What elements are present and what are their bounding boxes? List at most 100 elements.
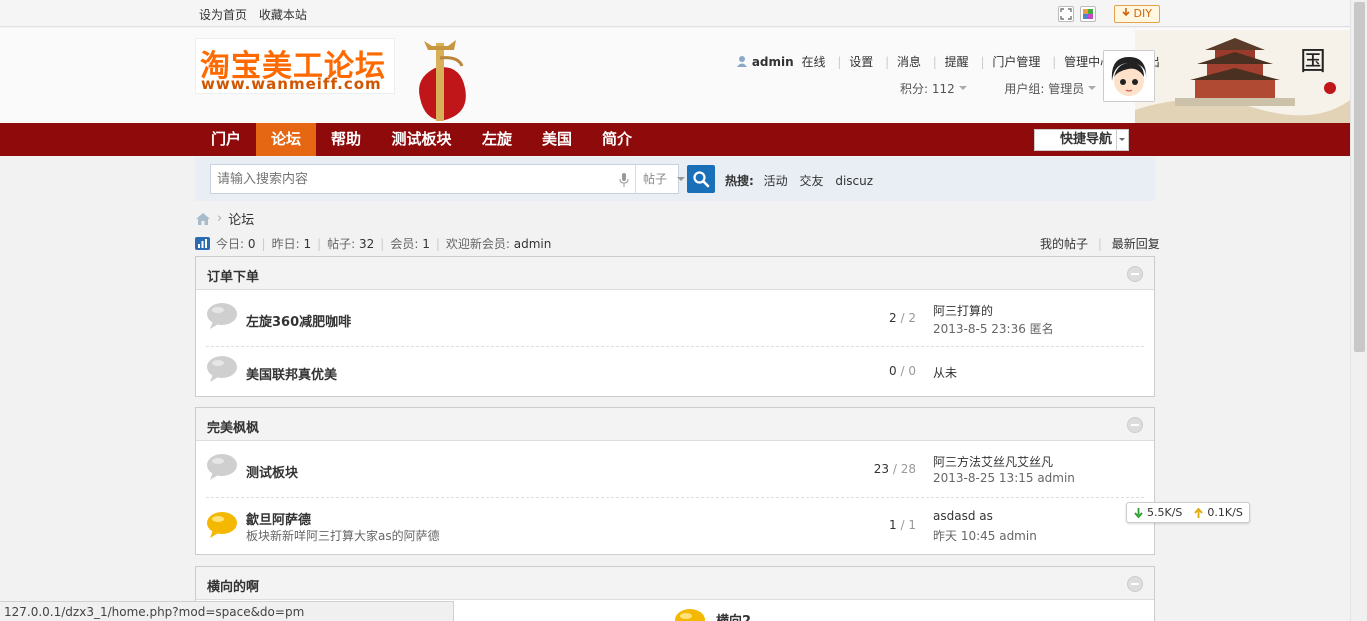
last-post-title[interactable]: 阿三方法艾丝凡艾丝凡 — [933, 453, 1053, 470]
avatar[interactable] — [1103, 50, 1155, 102]
forum-bubble-icon[interactable] — [206, 355, 238, 383]
forum-bubble-icon[interactable] — [206, 453, 238, 481]
collapse-icon[interactable] — [1127, 576, 1143, 592]
points-dropdown[interactable]: 积分: 112 — [900, 82, 967, 96]
color-theme-icon[interactable] — [1080, 6, 1096, 22]
forum-name[interactable]: 美国联邦真优美 — [246, 364, 337, 383]
last-post-title[interactable]: 阿三打算的 — [933, 302, 993, 319]
forum-counts: 0 / 0 — [889, 364, 916, 378]
nav-intro[interactable]: 简介 — [587, 123, 647, 156]
quick-nav-label: 快捷导航 — [1060, 132, 1113, 147]
bar-chart-icon — [195, 237, 210, 250]
forum-counts: 2 / 2 — [889, 311, 916, 325]
site-logo[interactable]: 淘宝美工论坛 www.wanmeiff.com — [195, 38, 395, 94]
portal-admin-link[interactable]: 门户管理 — [992, 55, 1040, 69]
nav-zuoxuan[interactable]: 左旋 — [467, 123, 527, 156]
yesterday-count: 1 — [303, 236, 312, 251]
last-post-title[interactable]: asdasd as — [933, 509, 993, 523]
forum-row: 歙旦阿萨德 板块新新咩阿三打算大家as的阿萨德 1 / 1 asdasd as … — [196, 497, 1154, 554]
category-header: 横向的啊 — [196, 567, 1154, 600]
download-arrow-icon — [1134, 507, 1143, 518]
forum-name[interactable]: 左旋360减肥咖啡 — [246, 311, 351, 330]
collapse-icon[interactable] — [1127, 266, 1143, 282]
hot-search-label: 热搜: — [725, 174, 754, 188]
network-speed-widget[interactable]: 5.5K/S 0.1K/S — [1126, 502, 1250, 523]
page-scrollbar[interactable] — [1350, 0, 1367, 621]
main-nav: 门户 论坛 帮助 测试板块 左旋 美国 简介 快捷导航 — [0, 123, 1350, 156]
notifications-link[interactable]: 提醒 — [945, 55, 969, 69]
category-title[interactable]: 订单下单 — [207, 266, 259, 285]
forum-new-bubble-icon[interactable] — [206, 511, 238, 539]
temple-banner-art: 国 — [1135, 30, 1350, 123]
search-type-select[interactable]: 帖子 — [635, 165, 695, 193]
search-button[interactable] — [687, 165, 715, 193]
nav-usa[interactable]: 美国 — [527, 123, 587, 156]
category-title[interactable]: 完美枫枫 — [207, 417, 259, 436]
messages-link[interactable]: 消息 — [897, 55, 921, 69]
forum-name[interactable]: 歙旦阿萨德 — [246, 509, 311, 528]
usergroup-dropdown[interactable]: 用户组: 管理员 — [1004, 82, 1097, 96]
chevron-down-icon — [1116, 130, 1128, 150]
diy-button[interactable]: DIY — [1114, 5, 1160, 23]
nav-portal[interactable]: 门户 — [196, 123, 256, 156]
forum-category: 完美枫枫 测试板块 23 / 28 阿三方法艾丝凡艾丝凡 2013-8-25 1… — [195, 407, 1155, 555]
quick-nav-button[interactable]: 快捷导航 — [1034, 129, 1129, 151]
forum-bubble-icon[interactable] — [206, 302, 238, 330]
forum-row: 测试板块 23 / 28 阿三方法艾丝凡艾丝凡 2013-8-25 13:15 … — [196, 441, 1154, 497]
browser-status-bar: 127.0.0.1/dzx3_1/home.php?mod=space&do=p… — [0, 601, 454, 621]
online-status[interactable]: 在线 — [802, 55, 826, 69]
my-posts-link[interactable]: 我的帖子 — [1040, 237, 1088, 251]
nav-help[interactable]: 帮助 — [316, 123, 376, 156]
forum-counts: 23 / 28 — [873, 462, 916, 476]
upload-speed: 0.1K/S — [1207, 506, 1243, 519]
last-post-title: 从未 — [933, 366, 958, 380]
home-icon[interactable] — [195, 212, 211, 226]
bookmark-site-link[interactable]: 收藏本站 — [259, 8, 307, 22]
breadcrumb: › 论坛 — [195, 209, 254, 228]
category-title[interactable]: 横向的啊 — [207, 576, 259, 595]
forum-name[interactable]: 横向2 — [716, 610, 751, 621]
search-bar: 帖子 热搜: 活动 交友 discuz — [195, 157, 1155, 201]
search-input[interactable] — [211, 165, 616, 193]
newest-member-link[interactable]: admin — [514, 237, 552, 251]
nav-forum[interactable]: 论坛 — [256, 123, 316, 156]
username-link[interactable]: admin — [752, 55, 794, 69]
forum-name[interactable]: 测试板块 — [246, 462, 298, 481]
forum-new-bubble-icon[interactable] — [674, 608, 706, 621]
download-speed: 5.5K/S — [1147, 506, 1183, 519]
forum-row: 左旋360减肥咖啡 2 / 2 阿三打算的 2013-8-5 23:36 匿名 — [196, 290, 1154, 346]
category-header: 完美枫枫 — [196, 408, 1154, 441]
hot-keyword[interactable]: discuz — [835, 174, 873, 188]
forum-category: 订单下单 左旋360减肥咖啡 2 / 2 阿三打算的 2013-8-5 23:3… — [195, 256, 1155, 397]
search-box: 帖子 — [210, 164, 685, 194]
forum-description: 板块新新咩阿三打算大家as的阿萨德 — [246, 529, 440, 543]
forum-stats: 今日: 0 | 昨日: 1 | 帖子: 32 | 会员: 1 | 欢迎新会员: … — [195, 235, 551, 252]
download-arrow-icon — [1122, 8, 1130, 17]
set-homepage-link[interactable]: 设为首页 — [199, 8, 247, 22]
diy-label: DIY — [1133, 7, 1152, 20]
settings-link[interactable]: 设置 — [849, 55, 873, 69]
scrollbar-thumb[interactable] — [1354, 2, 1365, 352]
last-post-meta: 昨天 10:45 admin — [933, 529, 1037, 543]
fullscreen-icon[interactable] — [1058, 6, 1074, 22]
top-utility-bar: 设为首页 收藏本站 DIY — [0, 0, 1350, 27]
chevron-down-icon — [677, 177, 685, 185]
microphone-icon[interactable] — [619, 173, 629, 187]
members-count: 1 — [422, 236, 430, 251]
breadcrumb-current[interactable]: 论坛 — [228, 209, 254, 228]
user-panel: admin 在线 | 设置 | 消息 | 提醒 | 门户管理 | 管理中心 | … — [736, 53, 1164, 96]
nav-test-board[interactable]: 测试板块 — [376, 123, 467, 156]
search-icon — [693, 171, 710, 188]
search-type-label: 帖子 — [643, 172, 668, 186]
site-header: 淘宝美工论坛 www.wanmeiff.com 国 admin 在线 | 设置 … — [0, 28, 1350, 123]
latest-replies-link[interactable]: 最新回复 — [1112, 237, 1160, 251]
user-icon — [737, 56, 747, 67]
posts-count: 32 — [359, 236, 375, 251]
hot-keyword[interactable]: 交友 — [799, 174, 823, 188]
collapse-icon[interactable] — [1127, 417, 1143, 433]
avatar-face-icon — [1104, 51, 1154, 101]
category-header: 订单下单 — [196, 257, 1154, 290]
hot-keyword[interactable]: 活动 — [764, 174, 788, 188]
stats-links: 我的帖子 | 最新回复 — [1040, 237, 1160, 251]
logo-url: www.wanmeiff.com — [201, 75, 382, 93]
